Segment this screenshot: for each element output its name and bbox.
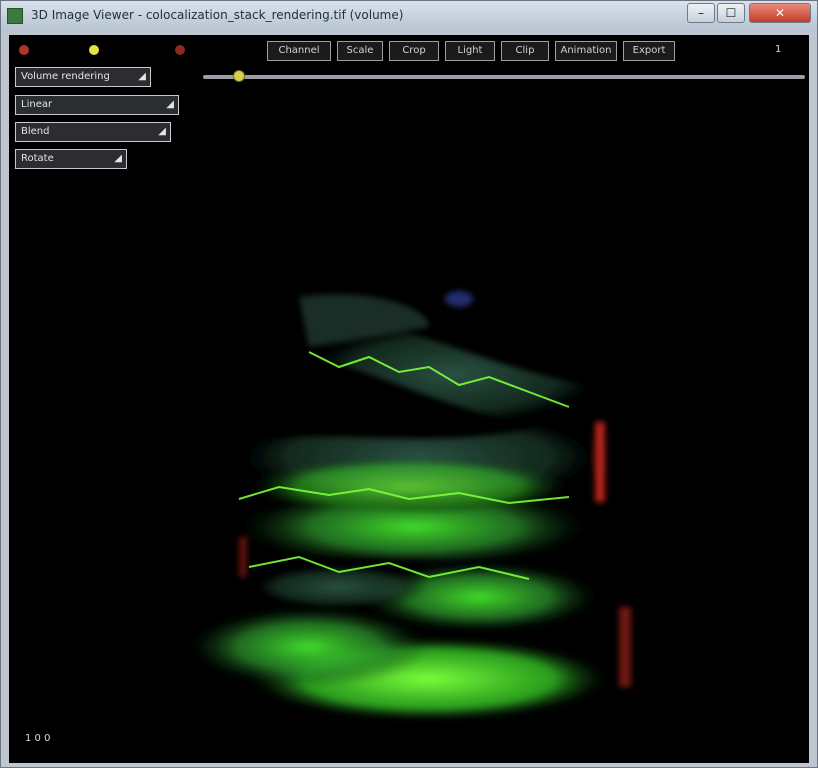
close-button[interactable]: ✕ — [749, 3, 811, 23]
window-title: 3D Image Viewer - colocalization_stack_r… — [31, 8, 404, 22]
tab-export[interactable]: Export — [623, 41, 675, 61]
tab-clip[interactable]: Clip — [501, 41, 549, 61]
volume-rendering — [189, 291, 631, 721]
3d-render-viewport[interactable] — [9, 67, 809, 763]
app-icon — [7, 8, 23, 24]
toolbar-end-label: 1 — [775, 44, 782, 55]
tab-animation[interactable]: Animation — [555, 41, 617, 61]
record-icon[interactable] — [19, 45, 29, 55]
tab-scale[interactable]: Scale — [337, 41, 383, 61]
toolbar: Channel Scale Crop Light Clip Animation … — [9, 35, 809, 67]
snapshot-icon[interactable] — [89, 45, 99, 55]
maximize-button[interactable]: ☐ — [717, 3, 745, 23]
tab-light[interactable]: Light — [445, 41, 495, 61]
tab-channel[interactable]: Channel — [267, 41, 331, 61]
viewer-client-area: Channel Scale Crop Light Clip Animation … — [9, 35, 809, 763]
status-readout: 1 0 0 — [25, 733, 51, 744]
title-bar[interactable]: 3D Image Viewer - colocalization_stack_r… — [1, 1, 817, 31]
reset-icon[interactable] — [175, 45, 185, 55]
app-window: 3D Image Viewer - colocalization_stack_r… — [0, 0, 818, 768]
minimize-button[interactable]: – — [687, 3, 715, 23]
tab-crop[interactable]: Crop — [389, 41, 439, 61]
